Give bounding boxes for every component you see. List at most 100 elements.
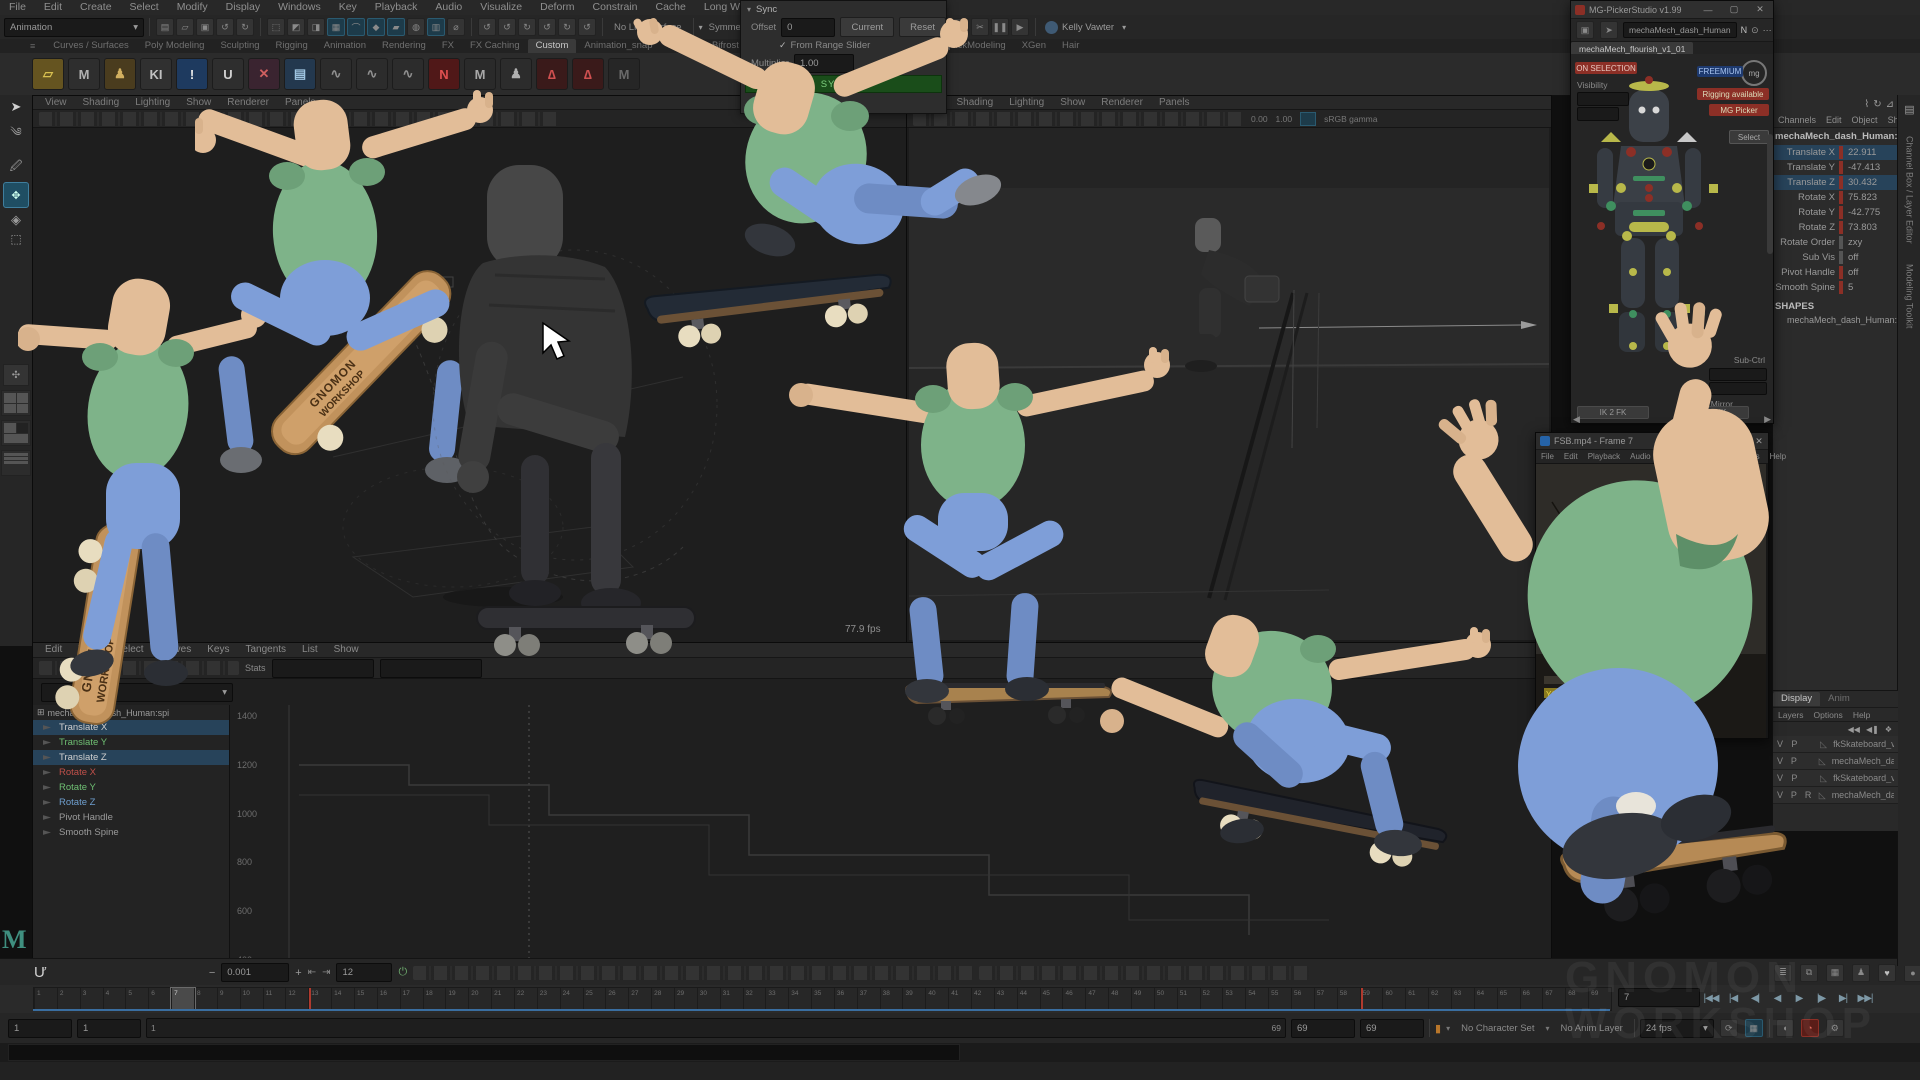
channel-box-row[interactable]: Smooth Spine 5 <box>1773 280 1898 295</box>
new-scene-icon[interactable]: ▤ <box>156 18 174 36</box>
lock-icon[interactable]: ⌀ <box>447 18 465 36</box>
timeline-frame[interactable]: 50 <box>1154 988 1178 1010</box>
power-icon[interactable]: ⏻ <box>398 966 407 979</box>
command-input[interactable] <box>8 1044 960 1061</box>
channel-value[interactable]: 75.823 <box>1843 192 1898 203</box>
channel-label[interactable]: Sub Vis <box>1773 252 1839 263</box>
picker-refresh-icon[interactable]: ⊙ <box>1751 25 1759 36</box>
timeline-frame[interactable]: 49 <box>1131 988 1155 1010</box>
channel-box-row[interactable]: Rotate Z73.803 <box>1773 220 1898 235</box>
timeline-frame[interactable]: 22 <box>514 988 538 1010</box>
timeline-frame[interactable]: 13 <box>308 988 332 1010</box>
timeline-frame[interactable]: 20 <box>468 988 492 1010</box>
timeline-frame[interactable]: 4 <box>103 988 127 1010</box>
shelf-icon-folder[interactable]: ▱ <box>32 58 64 90</box>
select-component-icon[interactable]: ◨ <box>307 18 325 36</box>
viewport-menu-item[interactable]: Renderer <box>1093 96 1151 109</box>
step-icon[interactable]: ▶ <box>1011 18 1029 36</box>
timeline-frame[interactable]: 33 <box>765 988 789 1010</box>
viewport-menu-item[interactable]: View <box>37 96 75 109</box>
channel-box-row[interactable]: Rotate Y-42.775 <box>1773 205 1898 220</box>
workspace-selector[interactable]: Animation▾ <box>4 18 144 37</box>
channel-label[interactable]: Translate X <box>1773 147 1839 158</box>
picker-n-icon[interactable]: N <box>1741 25 1748 35</box>
timeline-frame[interactable]: 11 <box>263 988 287 1010</box>
scale-tool-icon[interactable]: ⬚ <box>10 232 21 246</box>
shelf-tab[interactable]: Curves / Surfaces <box>45 39 137 53</box>
range-slider-bar[interactable]: 1 69 <box>146 1018 1286 1038</box>
graph-channel[interactable]: Pivot Handle <box>33 810 229 825</box>
channel-value[interactable]: -42.775 <box>1843 207 1898 218</box>
timeline-frame[interactable]: 39 <box>902 988 926 1010</box>
gamma-value[interactable]: 1.00 <box>1276 114 1293 124</box>
select-object-icon[interactable]: ◩ <box>287 18 305 36</box>
menu-item[interactable]: Visualize <box>471 0 531 15</box>
timeline-frame[interactable]: 38 <box>880 988 904 1010</box>
maximize-button[interactable]: ▢ <box>1721 2 1747 17</box>
mgear-u-icon[interactable]: Ư <box>34 964 47 981</box>
timeline-frame[interactable]: 26 <box>605 988 629 1010</box>
channel-value[interactable]: 30.432 <box>1843 177 1898 188</box>
channel-box-row[interactable]: Rotate X75.823 <box>1773 190 1898 205</box>
channel-label[interactable]: Smooth Spine <box>1773 282 1839 293</box>
channel-box-row[interactable]: Pivot Handle off <box>1773 265 1898 280</box>
timeline-frame[interactable]: 35 <box>811 988 835 1010</box>
timeline-frame[interactable]: 21 <box>491 988 515 1010</box>
timeline-frame[interactable]: 48 <box>1108 988 1132 1010</box>
shelf-icon-exclaim[interactable]: ! <box>176 58 208 90</box>
snap-plane-icon[interactable]: ▰ <box>387 18 405 36</box>
shelf-icon-doc[interactable]: ▤ <box>284 58 316 90</box>
pose-tools-strip[interactable] <box>979 966 1309 980</box>
save-scene-icon[interactable]: ▣ <box>196 18 214 36</box>
snap-point-icon[interactable]: ◆ <box>367 18 385 36</box>
timeline-frame[interactable]: 30 <box>697 988 721 1010</box>
minimize-button[interactable]: — <box>1695 2 1721 17</box>
timeline-frame[interactable]: 52 <box>1200 988 1224 1010</box>
shelf-tab[interactable]: Rendering <box>374 39 434 53</box>
channel-box-row[interactable]: Translate Y-47.413 <box>1773 160 1898 175</box>
menu-item[interactable]: Constrain <box>584 0 647 15</box>
channel-value[interactable]: -47.413 <box>1843 162 1898 173</box>
channel-label[interactable]: Translate Z <box>1773 177 1839 188</box>
graph-channel[interactable]: Rotate Z <box>33 795 229 810</box>
shelf-icon-curve-a[interactable]: ∿ <box>320 58 352 90</box>
channel-label[interactable]: Pivot Handle <box>1773 267 1839 278</box>
stats-field-1[interactable] <box>272 659 374 678</box>
timeline-frame[interactable]: 2 <box>57 988 81 1010</box>
timeline-frame[interactable]: 32 <box>743 988 767 1010</box>
timeline-frame[interactable]: 18 <box>423 988 447 1010</box>
timeline-ticks[interactable]: 1234567891011121314151617181920212223242… <box>33 987 1612 1011</box>
viewport-menu-item[interactable]: Shading <box>75 96 128 109</box>
shelf-icon-person[interactable]: ♟ <box>500 58 532 90</box>
menu-item[interactable]: Key <box>330 0 366 15</box>
character-set-selector[interactable]: No Character Set <box>1455 1023 1540 1034</box>
channel-label[interactable]: Rotate Z <box>1773 222 1839 233</box>
timeline-frame[interactable]: 41 <box>948 988 972 1010</box>
menu-item[interactable]: Select <box>121 0 168 15</box>
shelf-collapse-icon[interactable]: ≡ <box>30 41 45 51</box>
snap-view-icon[interactable]: ▥ <box>427 18 445 36</box>
graph-channel[interactable]: Rotate X <box>33 765 229 780</box>
shelf-icon-m2[interactable]: M <box>464 58 496 90</box>
channel-value[interactable]: off <box>1843 267 1898 278</box>
timeline-frame[interactable]: 46 <box>1062 988 1086 1010</box>
timeline-frame[interactable]: 53 <box>1222 988 1246 1010</box>
menu-item[interactable]: Windows <box>269 0 330 15</box>
shelf-tab[interactable]: Sculpting <box>212 39 267 53</box>
bookmark-icon[interactable]: ▮ <box>1435 1022 1441 1035</box>
timeline-frame[interactable]: 31 <box>720 988 744 1010</box>
make-live-icon[interactable]: ◍ <box>407 18 425 36</box>
history-output-icon[interactable]: ↺ <box>498 18 516 36</box>
decrement-icon[interactable]: − <box>209 967 215 979</box>
timeline-frame[interactable]: 3 <box>80 988 104 1010</box>
graph-icon[interactable]: ⊿ <box>1886 99 1894 110</box>
timeline-frame[interactable]: 44 <box>1017 988 1041 1010</box>
lasso-tool-icon[interactable]: ༄ <box>10 119 21 153</box>
timeline-frame[interactable]: 55 <box>1268 988 1292 1010</box>
timeline-frame[interactable]: 40 <box>925 988 949 1010</box>
channel-label[interactable]: Rotate Order <box>1773 237 1839 248</box>
timeline-frame[interactable]: 27 <box>628 988 652 1010</box>
channel-value[interactable]: 5 <box>1843 282 1898 293</box>
channel-box-object-name[interactable]: mechaMech_dash_Human:spine <box>1773 128 1898 145</box>
channel-box-row[interactable]: Sub Visoff <box>1773 250 1898 265</box>
